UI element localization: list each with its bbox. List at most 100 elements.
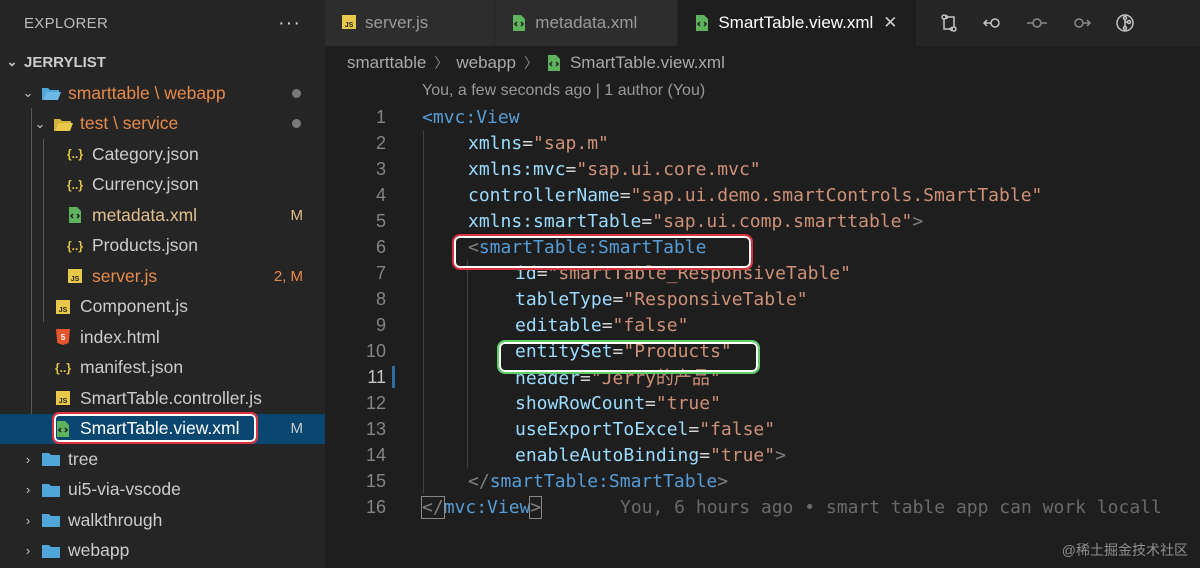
code-line: 9 editable="false" [325,312,1200,338]
tree-item-index-html[interactable]: 5 index.html [0,322,325,353]
tree-item-label: SmartTable.view.xml [80,418,240,439]
line-number: 1 [375,106,386,127]
tree-item-webapp[interactable]: › webapp [0,536,325,567]
close-icon[interactable]: ✕ [883,13,897,33]
token-string: "sap.m" [533,132,609,154]
line-number: 4 [375,184,386,205]
token-punc: > [529,495,543,519]
xml-file-icon [64,205,86,225]
code-line: 4 controllerName="sap.ui.demo.smartContr… [325,182,1200,208]
line-number: 10 [365,340,386,361]
tree-item-smarttable-controller-js[interactable]: JS SmartTable.controller.js [0,383,325,414]
commit-icon[interactable] [1017,0,1057,46]
breadcrumb-item[interactable]: smarttable [347,53,426,73]
token-string: "false" [699,418,776,440]
xml-file-icon [511,14,527,37]
code-editor[interactable]: 1 <mvc:View 2 xmlns="sap.m" 3 xmlns:mvc=… [325,104,1200,524]
svg-text:JS: JS [345,22,354,29]
token-string: "true" [655,392,721,414]
tab-label: metadata.xml [535,13,638,32]
code-line: 3 xmlns:mvc="sap.ui.core.mvc" [325,156,1200,182]
tree-item-label: ui5-via-vscode [68,479,181,500]
token-attr: entitySet [515,340,613,362]
line-number: 15 [365,470,386,491]
code-line: 10 entitySet="Products" [325,338,1200,364]
tree-item-label: metadata.xml [92,204,198,225]
json-file-icon: {..} [66,147,83,162]
tab-server-js[interactable]: JS server.js [325,0,496,46]
tree-item-manifest-json[interactable]: {..} manifest.json [0,353,325,384]
token-string: "true" [710,444,776,466]
svg-text:5: 5 [61,333,66,342]
breadcrumb: smarttable 〉 webapp 〉 SmartTable.view.xm… [347,50,725,76]
tree-item-test-service[interactable]: ⌄ test \ service [0,109,325,140]
line-number: 9 [375,314,386,335]
chevron-down-icon: ⌄ [6,54,18,69]
token: < [468,236,479,258]
tree-item-component-js[interactable]: JS Component.js [0,292,325,323]
token-string: "sap.ui.demo.smartControls.SmartTable" [630,184,1043,206]
gitlens-icon[interactable] [1105,0,1145,46]
line-number: 13 [365,418,386,439]
tree-item-label: test \ service [80,113,179,134]
breadcrumb-item[interactable]: webapp [456,53,516,73]
tree-item-smarttable-webapp[interactable]: ⌄ smarttable \ webapp [0,78,325,109]
xml-file-icon [546,54,562,72]
tab-smarttable-view-xml[interactable]: SmartTable.view.xml ✕ [678,0,917,46]
code-line: 6 <smartTable:SmartTable [325,234,1200,260]
tree-item-label: Component.js [80,296,188,317]
token-attr: tableType [515,288,613,310]
tab-metadata-xml[interactable]: metadata.xml [495,0,679,46]
inline-blame: You, 6 hours ago • smart table app can w… [620,496,1162,518]
tree-item-tree[interactable]: › tree [0,444,325,475]
tree-item-currency-json[interactable]: {..} Currency.json [0,170,325,201]
token-string: "false" [612,314,689,336]
chevron-right-icon: › [25,543,31,559]
tree-item-server-js[interactable]: JS server.js 2, M [0,261,325,292]
go-forward-icon[interactable] [1061,0,1101,46]
code-line: 5 xmlns:smartTable="sap.ui.comp.smarttab… [325,208,1200,234]
token-eq: = [536,262,548,284]
line-number: 16 [365,496,386,517]
token-attr: xmlns:smartTable [468,210,642,232]
code-line: 15 </smartTable:SmartTable> [325,468,1200,494]
tree-item-metadata-xml[interactable]: metadata.xml M [0,200,325,231]
code-line: 12 showRowCount="true" [325,390,1200,416]
open-changes-icon[interactable] [929,0,969,46]
token-attr: useExportToExcel [515,418,689,440]
tree-item-label: Category.json [92,143,199,164]
folder-open-icon [40,83,62,103]
token-eq: = [688,418,700,440]
token-punc: > [775,444,786,466]
token-eq: = [522,132,534,154]
tree-item-smarttable-view-xml[interactable]: SmartTable.view.xml M [0,411,325,444]
tree-item-label: tree [68,448,99,469]
svg-text:JS: JS [59,398,68,405]
codelens-blame[interactable]: You, a few seconds ago | 1 author (You) [422,82,705,100]
js-file-icon: JS [52,388,74,408]
tree-item-walkthrough[interactable]: › walkthrough [0,505,325,536]
more-actions-button[interactable]: ··· [278,12,301,35]
chevron-down-icon: ⌄ [22,85,34,101]
go-back-icon[interactable] [973,0,1013,46]
token-string: "sap.ui.comp.smarttable" [652,210,913,232]
folder-icon [40,449,62,469]
chevron-right-icon: › [25,482,31,498]
token-eq: = [565,158,577,180]
token-attr: header [515,368,581,389]
tab-label: server.js [365,13,429,32]
js-file-icon: JS [64,266,86,286]
token: </ [468,470,490,492]
json-file-icon: {..} [66,177,83,192]
tree-item-ui5-via-vscode[interactable]: › ui5-via-vscode [0,475,325,506]
workspace-section-header[interactable]: ⌄ JERRYLIST [0,46,325,78]
explorer-sidebar: EXPLORER ··· ⌄ JERRYLIST ⌄ smarttable \ … [0,0,325,568]
tree-item-label: smarttable \ webapp [68,82,226,103]
tree-item-products-json[interactable]: {..} Products.json [0,231,325,262]
tree-item-label: manifest.json [80,357,184,378]
tree-item-category-json[interactable]: {..} Category.json [0,139,325,170]
tree-item-label: server.js [92,265,158,286]
breadcrumb-item[interactable]: SmartTable.view.xml [570,53,725,73]
editor-actions [929,0,1145,46]
editor-tab-bar: JS server.js metadata.xml SmartTable.vie… [325,0,1200,46]
